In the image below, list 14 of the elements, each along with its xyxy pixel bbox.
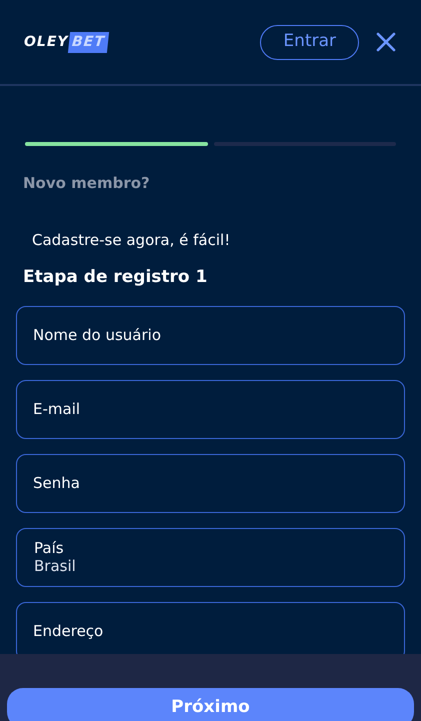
input-field[interactable]: Senha [16,454,405,512]
logo-text: OLEY [24,32,69,52]
country-select[interactable]: País Brasil [16,528,405,586]
input-field[interactable]: Nome do usuário [16,306,405,364]
login-button[interactable]: Entrar [260,24,359,60]
intro-text: Cadastre-se agora, é fácil! [31,230,232,250]
subtitle: Novo membro? [22,173,151,194]
close-icon[interactable] [375,31,397,53]
field-value: Brasil [34,557,77,575]
input-field[interactable]: E-mail [16,380,405,438]
logo-text: BET [67,32,108,52]
step-title: Etapa de registro 1 [22,266,208,289]
next-button[interactable]: Próximo [7,688,414,721]
field-label: País [34,539,65,557]
